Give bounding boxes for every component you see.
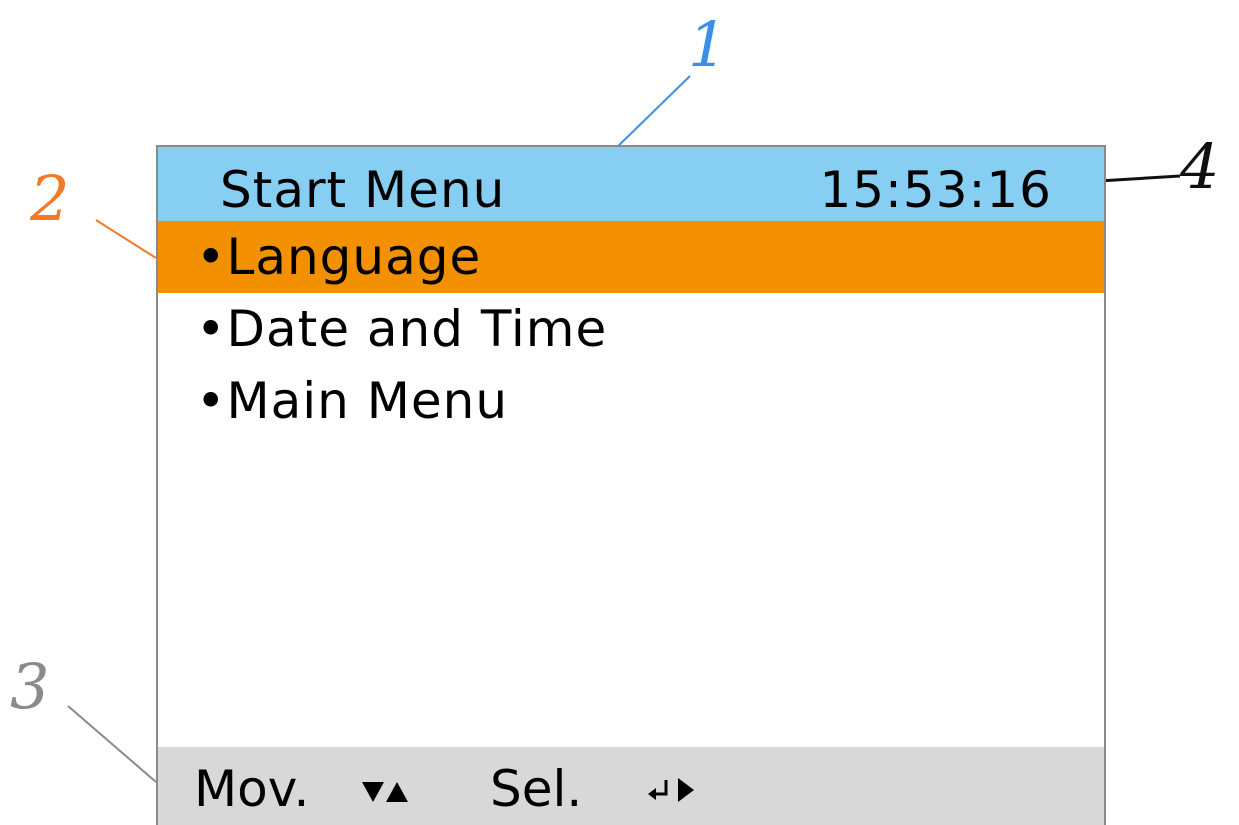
callout-line-3 [67,705,157,783]
select-hint-label: Sel. [490,760,583,818]
enter-right-arrow-icon [644,759,704,819]
callout-line-1 [611,75,691,153]
screen-title: Start Menu [220,161,506,219]
move-hint-label: Mov. [194,760,310,818]
header-bar: Start Menu 15:53:16 [158,147,1104,221]
callout-line-2 [95,219,157,259]
callout-number-4: 4 [1180,130,1220,203]
status-bar: Mov. Sel. [158,747,1104,825]
menu-list: •Language •Date and Time •Main Menu [158,221,1104,437]
menu-item-main-menu[interactable]: •Main Menu [158,365,1104,437]
callout-number-3: 3 [10,650,50,723]
menu-item-label: •Main Menu [196,372,509,430]
device-screen: Start Menu 15:53:16 •Language •Date and … [156,145,1106,825]
callout-number-1: 1 [688,8,728,81]
clock-display: 15:53:16 [819,161,1052,219]
callout-number-2: 2 [30,162,70,235]
down-up-arrows-icon [360,759,412,819]
menu-item-date-and-time[interactable]: •Date and Time [158,293,1104,365]
menu-item-label: •Date and Time [196,300,608,358]
menu-item-label: •Language [196,228,482,286]
menu-item-language[interactable]: •Language [158,221,1104,293]
